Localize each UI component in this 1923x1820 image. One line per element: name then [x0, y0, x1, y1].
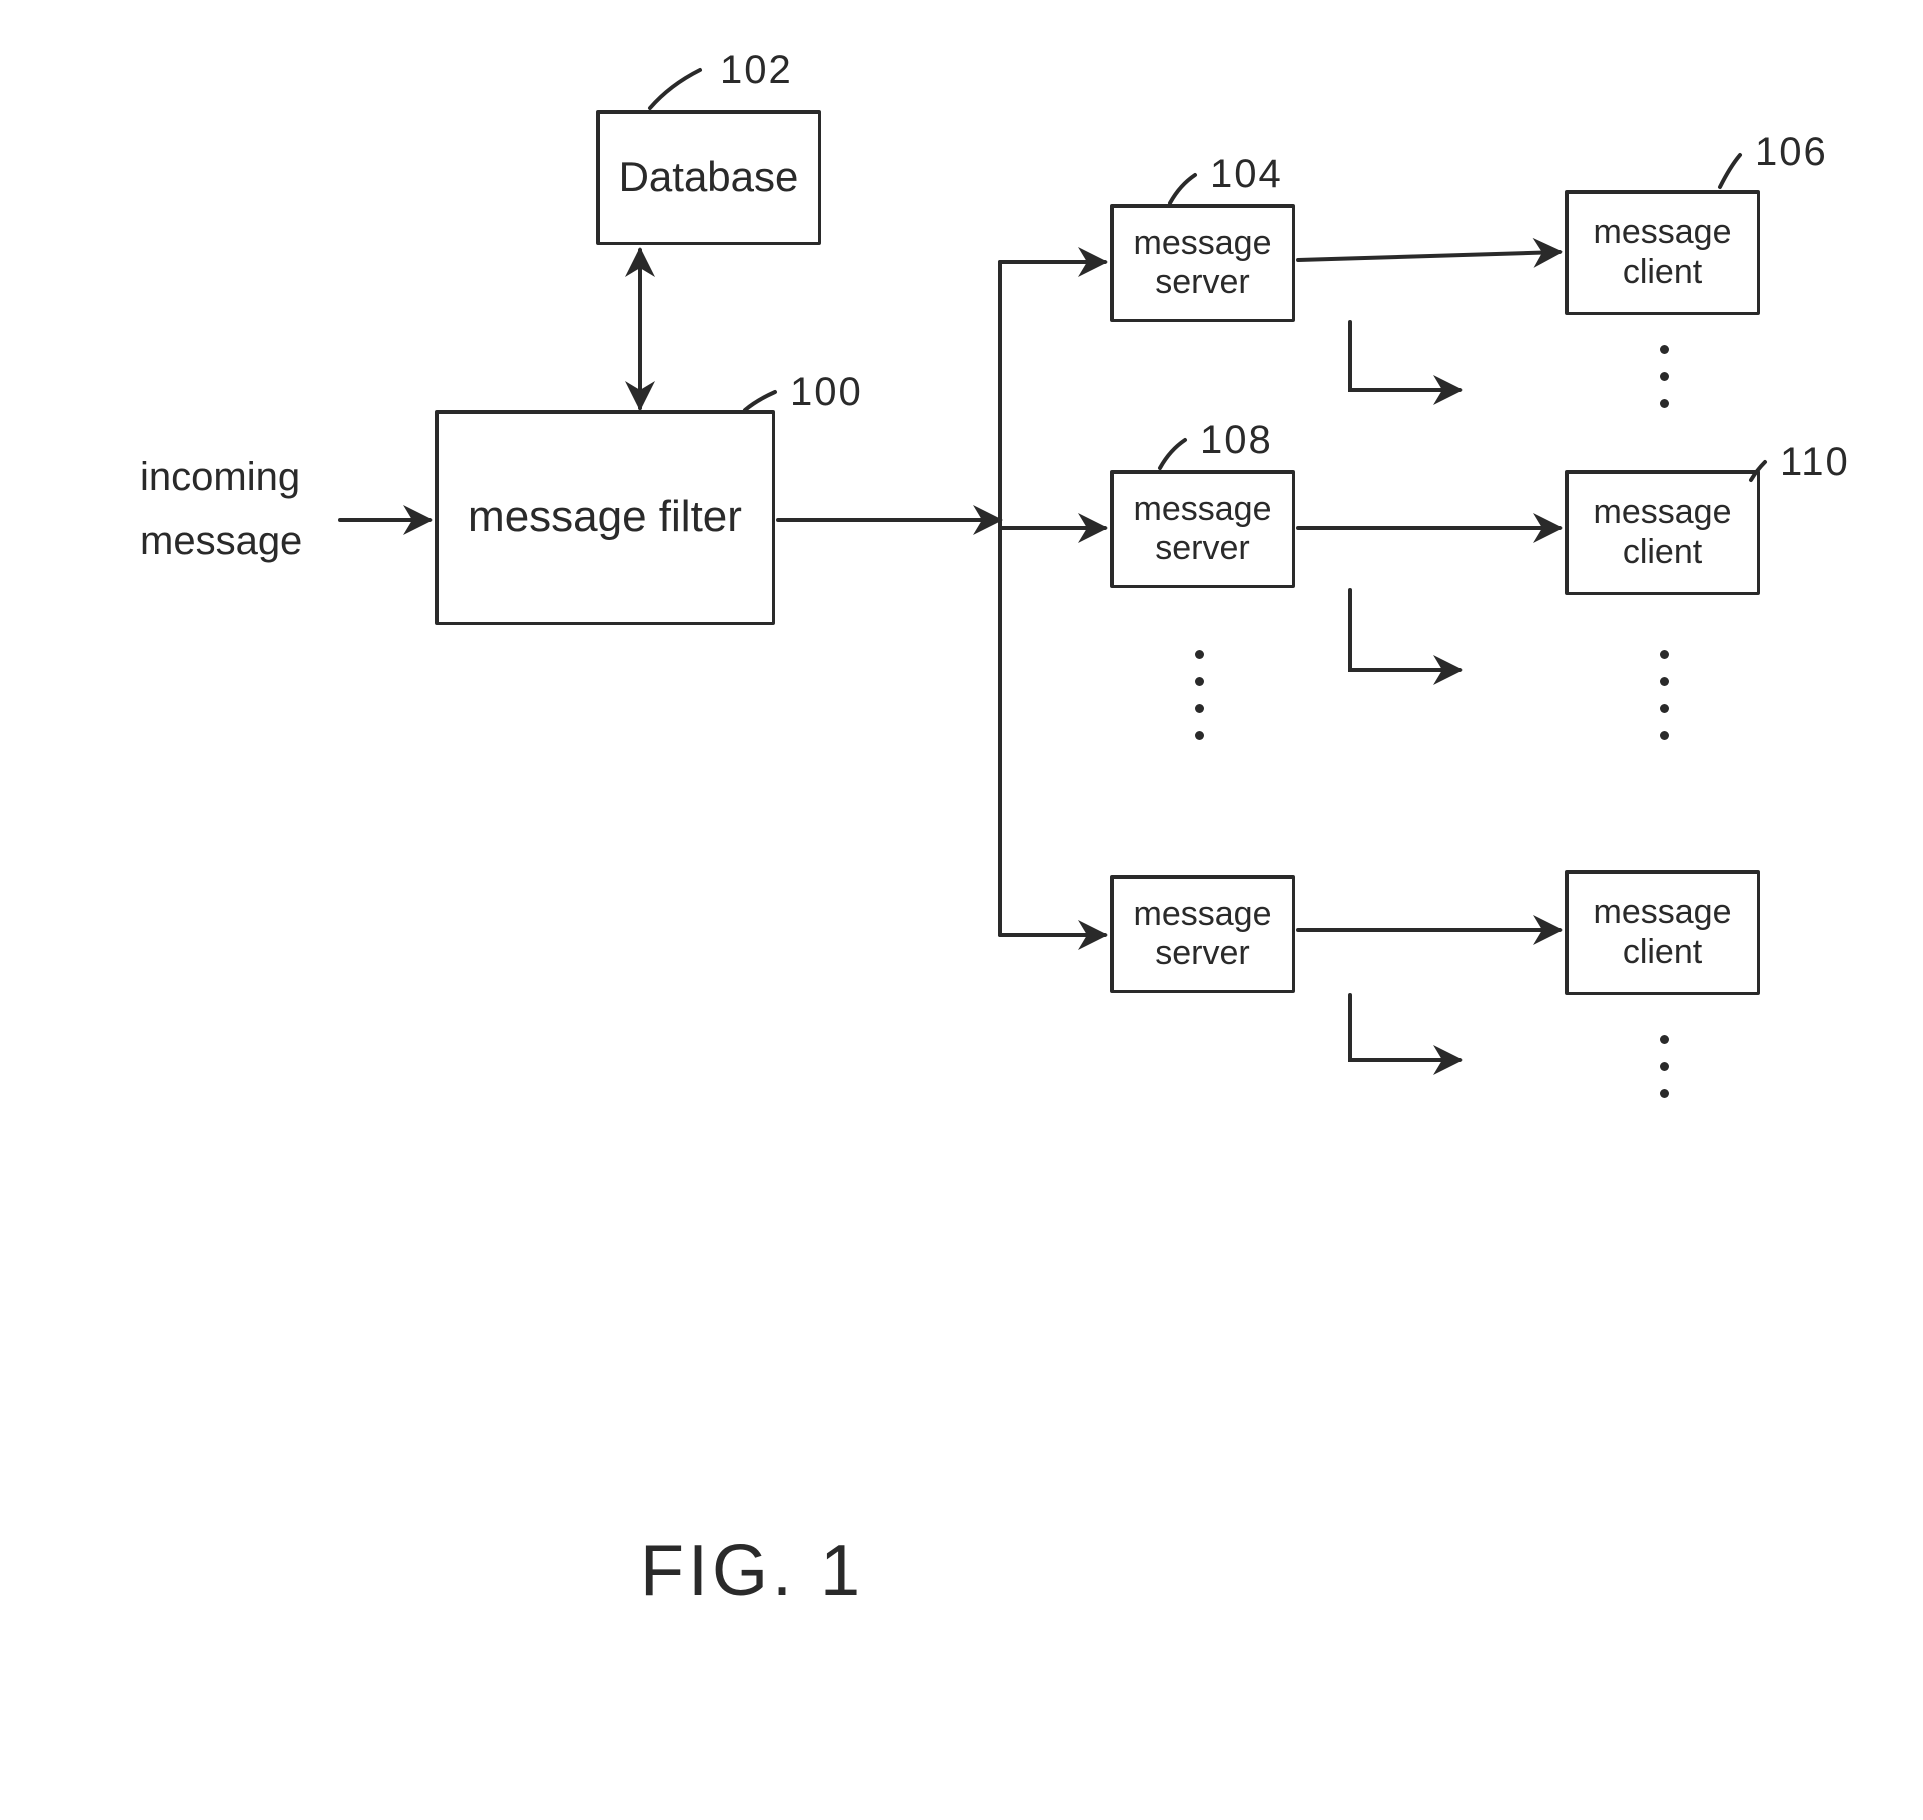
ellipsis-clients-2 [1660, 650, 1669, 740]
node-message-client-b-label: message client [1576, 493, 1749, 571]
node-database-label: Database [619, 153, 799, 201]
ref-message-client-b: 110 [1780, 440, 1850, 485]
node-message-server-c: message server [1110, 875, 1295, 993]
ref-message-filter: 100 [790, 370, 863, 415]
ellipsis-clients-3 [1660, 1035, 1669, 1098]
ellipsis-servers [1195, 650, 1204, 740]
node-message-client-a-label: message client [1576, 213, 1749, 291]
ref-message-client-a: 106 [1755, 130, 1828, 175]
ref-message-server-b: 108 [1200, 418, 1273, 463]
node-message-client-a: message client [1565, 190, 1760, 315]
node-message-server-b-label: message server [1121, 490, 1284, 568]
incoming-message-label: incoming message [140, 445, 302, 573]
node-message-server-c-label: message server [1121, 895, 1284, 973]
node-message-server-b: message server [1110, 470, 1295, 588]
ref-database: 102 [720, 48, 793, 93]
node-message-client-c: message client [1565, 870, 1760, 995]
node-message-client-c-label: message client [1576, 893, 1749, 971]
ellipsis-clients-1 [1660, 345, 1669, 408]
node-message-filter-label: message filter [468, 492, 742, 543]
ref-message-server-a: 104 [1210, 152, 1283, 197]
node-message-server-a-label: message server [1121, 224, 1284, 302]
node-message-server-a: message server [1110, 204, 1295, 322]
node-database: Database [596, 110, 821, 245]
node-message-filter: message filter [435, 410, 775, 625]
node-message-client-b: message client [1565, 470, 1760, 595]
diagram-canvas: Database 102 message filter 100 incoming… [0, 0, 1923, 1820]
figure-caption: FIG. 1 [640, 1530, 864, 1612]
